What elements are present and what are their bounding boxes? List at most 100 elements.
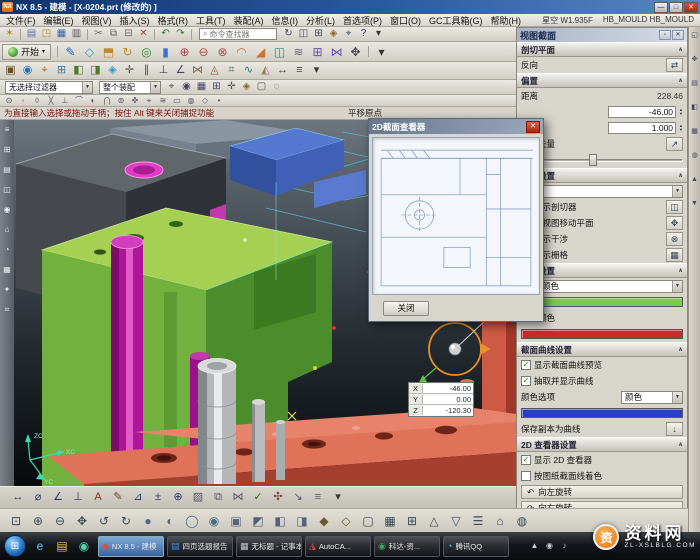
window-icon[interactable]: ◫ — [296, 28, 311, 41]
studio-render-icon[interactable]: ◉ — [203, 512, 225, 530]
interference-color-swatch[interactable] — [521, 329, 683, 339]
snapshot-icon[interactable]: ◍ — [511, 512, 533, 530]
crosshair-icon[interactable]: ✛ — [224, 81, 239, 94]
parallel-icon[interactable]: ∥ — [138, 63, 155, 78]
shortcut-star-icon[interactable]: ✶ — [2, 28, 17, 41]
mirror-feature-icon[interactable]: ⋈ — [189, 63, 206, 78]
web-browser-icon[interactable]: ⌂ — [2, 225, 12, 235]
snap-arc-icon[interactable]: ⌒ — [72, 96, 86, 106]
reuse-library-icon[interactable]: ◫ — [2, 185, 12, 195]
snap-center-icon[interactable]: ◊ — [30, 96, 44, 106]
snap-mid-icon[interactable]: ◦ — [16, 96, 30, 106]
leader-icon[interactable]: ↘ — [288, 490, 308, 506]
multi-view-icon[interactable]: ⊞ — [401, 512, 423, 530]
datum-feature-icon[interactable]: ⊿ — [128, 490, 148, 506]
snap-intersection-icon[interactable]: ╳ — [44, 96, 58, 106]
weld-symbol-icon[interactable]: ⋈ — [228, 490, 248, 506]
select-body-icon[interactable]: ▦ — [194, 81, 209, 94]
snap-curve-icon[interactable]: ≋ — [156, 96, 170, 106]
wcs-icon[interactable]: ◈ — [326, 28, 341, 41]
rotate-left-button[interactable]: ↶ 向左旋转 — [521, 485, 683, 499]
selection-scope-dropdown[interactable]: 整个装配 — [99, 81, 161, 94]
readout-x-value[interactable]: -46.00 — [423, 384, 473, 393]
menu-V[interactable]: 视图(V) — [78, 14, 116, 27]
menu-S[interactable]: 插入(S) — [116, 14, 154, 27]
section-preview-canvas[interactable] — [372, 137, 540, 295]
thread-icon[interactable]: ≋ — [289, 43, 308, 60]
clipper-icon[interactable]: ◫ — [666, 200, 683, 214]
snap-face-icon[interactable]: ▭ — [170, 96, 184, 106]
more-bottom1-icon[interactable]: ▾ — [328, 490, 348, 506]
pattern-icon[interactable]: ⊞ — [308, 43, 327, 60]
menu-H[interactable]: 帮助(H) — [487, 14, 526, 27]
center-mark-icon[interactable]: ⊕ — [168, 490, 188, 506]
home-view-icon[interactable]: ⌂ — [489, 512, 511, 530]
cut-icon[interactable]: ✂ — [91, 28, 106, 41]
panel-close-button[interactable]: ✕ — [672, 30, 684, 40]
undo-icon[interactable]: ↶ — [158, 28, 173, 41]
subtract-icon[interactable]: ⊖ — [194, 43, 213, 60]
add-component-icon[interactable]: ◉ — [19, 63, 36, 78]
volume-icon[interactable]: ♪ — [559, 541, 570, 552]
ie-icon[interactable]: e — [30, 536, 50, 556]
more-row3-icon[interactable]: ▾ — [308, 63, 325, 78]
curve-color-dropdown[interactable]: 颜色 — [621, 391, 683, 404]
media-player-icon[interactable]: ◉ — [74, 536, 94, 556]
distance-input[interactable]: -46.00 — [608, 106, 676, 118]
maximize-button[interactable]: □ — [669, 2, 683, 13]
view-up-icon[interactable]: △ — [423, 512, 445, 530]
network-icon[interactable]: ◉ — [544, 541, 555, 552]
command-finder-input[interactable]: ⌕ 命令查找器 — [199, 28, 277, 40]
left-view-icon[interactable]: ◧ — [269, 512, 291, 530]
marquee-icon[interactable]: ▢ — [254, 81, 269, 94]
snap-end-icon[interactable]: ⊙ — [2, 96, 16, 106]
menu-I[interactable]: 信息(I) — [268, 14, 303, 27]
constraint-navigator-icon[interactable]: ⊞ — [2, 145, 12, 155]
reverse-direction-icon[interactable]: ⇄ — [666, 58, 683, 72]
show-2d-viewer-checkbox[interactable] — [521, 455, 531, 465]
grid-icon[interactable]: ▦ — [379, 512, 401, 530]
block-icon[interactable]: ▮ — [156, 43, 175, 60]
menu-L[interactable]: 分析(L) — [302, 14, 339, 27]
restore-view-icon[interactable]: ▢ — [357, 512, 379, 530]
roles-icon[interactable]: ✦ — [2, 285, 12, 295]
revolve-icon[interactable]: ↻ — [118, 43, 137, 60]
delete-icon[interactable]: ✕ — [136, 28, 151, 41]
extrude-icon[interactable]: ⬒ — [99, 43, 118, 60]
snap-pointer-icon[interactable]: ⌖ — [142, 96, 156, 106]
print-icon[interactable]: ▥ — [69, 28, 84, 41]
section-color-swatch[interactable] — [521, 297, 683, 307]
expand-icon[interactable]: ↔ — [274, 63, 291, 78]
snap-datum-icon[interactable]: ◇ — [198, 96, 212, 106]
vector-constructor-icon[interactable]: ↗ — [666, 137, 683, 151]
component-array-icon[interactable]: ⊞ — [53, 63, 70, 78]
group-section-curves[interactable]: 截面曲线设置 — [517, 342, 687, 357]
sketch-icon[interactable]: ✎ — [61, 43, 80, 60]
dimension-angle-icon[interactable]: ∠ — [48, 490, 68, 506]
interference-icon[interactable]: ⊗ — [666, 232, 683, 246]
display-mode-dropdown[interactable]: 截面 — [521, 185, 683, 198]
assembly-constraints-icon[interactable]: ⌖ — [36, 63, 53, 78]
taskbar-button-qq[interactable]: ◔腾讯QQ — [443, 536, 509, 557]
panel-header[interactable]: 视图截面 ▫ ✕ — [517, 28, 687, 42]
grid-settings-icon[interactable]: ▦ — [666, 248, 683, 262]
dimension-diameter-icon[interactable]: ⌀ — [28, 490, 48, 506]
shaded-edges-icon[interactable]: ◐ — [159, 512, 181, 530]
save-icon[interactable]: ▦ — [54, 28, 69, 41]
angle-icon[interactable]: ∠ — [172, 63, 189, 78]
zoom-out-icon[interactable]: ⊖ — [49, 512, 71, 530]
wave-link-icon[interactable]: ◧ — [70, 63, 87, 78]
lasso-icon[interactable]: ◌ — [269, 81, 284, 94]
move-plane-icon[interactable]: ✥ — [666, 216, 683, 230]
list-icon[interactable]: ≡ — [291, 63, 308, 78]
crosshatch-icon[interactable]: ▨ — [188, 490, 208, 506]
studio-spline-icon[interactable]: ∿ — [240, 63, 257, 78]
symbol-list-icon[interactable]: ≡ — [308, 490, 328, 506]
dialog-titlebar[interactable]: 2D截面查看器 ✕ — [369, 119, 543, 134]
extract-curves-checkbox[interactable] — [521, 376, 531, 386]
snap-quadrant-icon[interactable]: ◐ — [86, 96, 100, 106]
snap-point-icon[interactable]: ⌖ — [164, 81, 179, 94]
tolerance-icon[interactable]: ± — [148, 490, 168, 506]
taskbar-button-notepad[interactable]: ▦无标题 - 记事本 — [236, 536, 302, 557]
highlight-icon[interactable]: ◈ — [239, 81, 254, 94]
